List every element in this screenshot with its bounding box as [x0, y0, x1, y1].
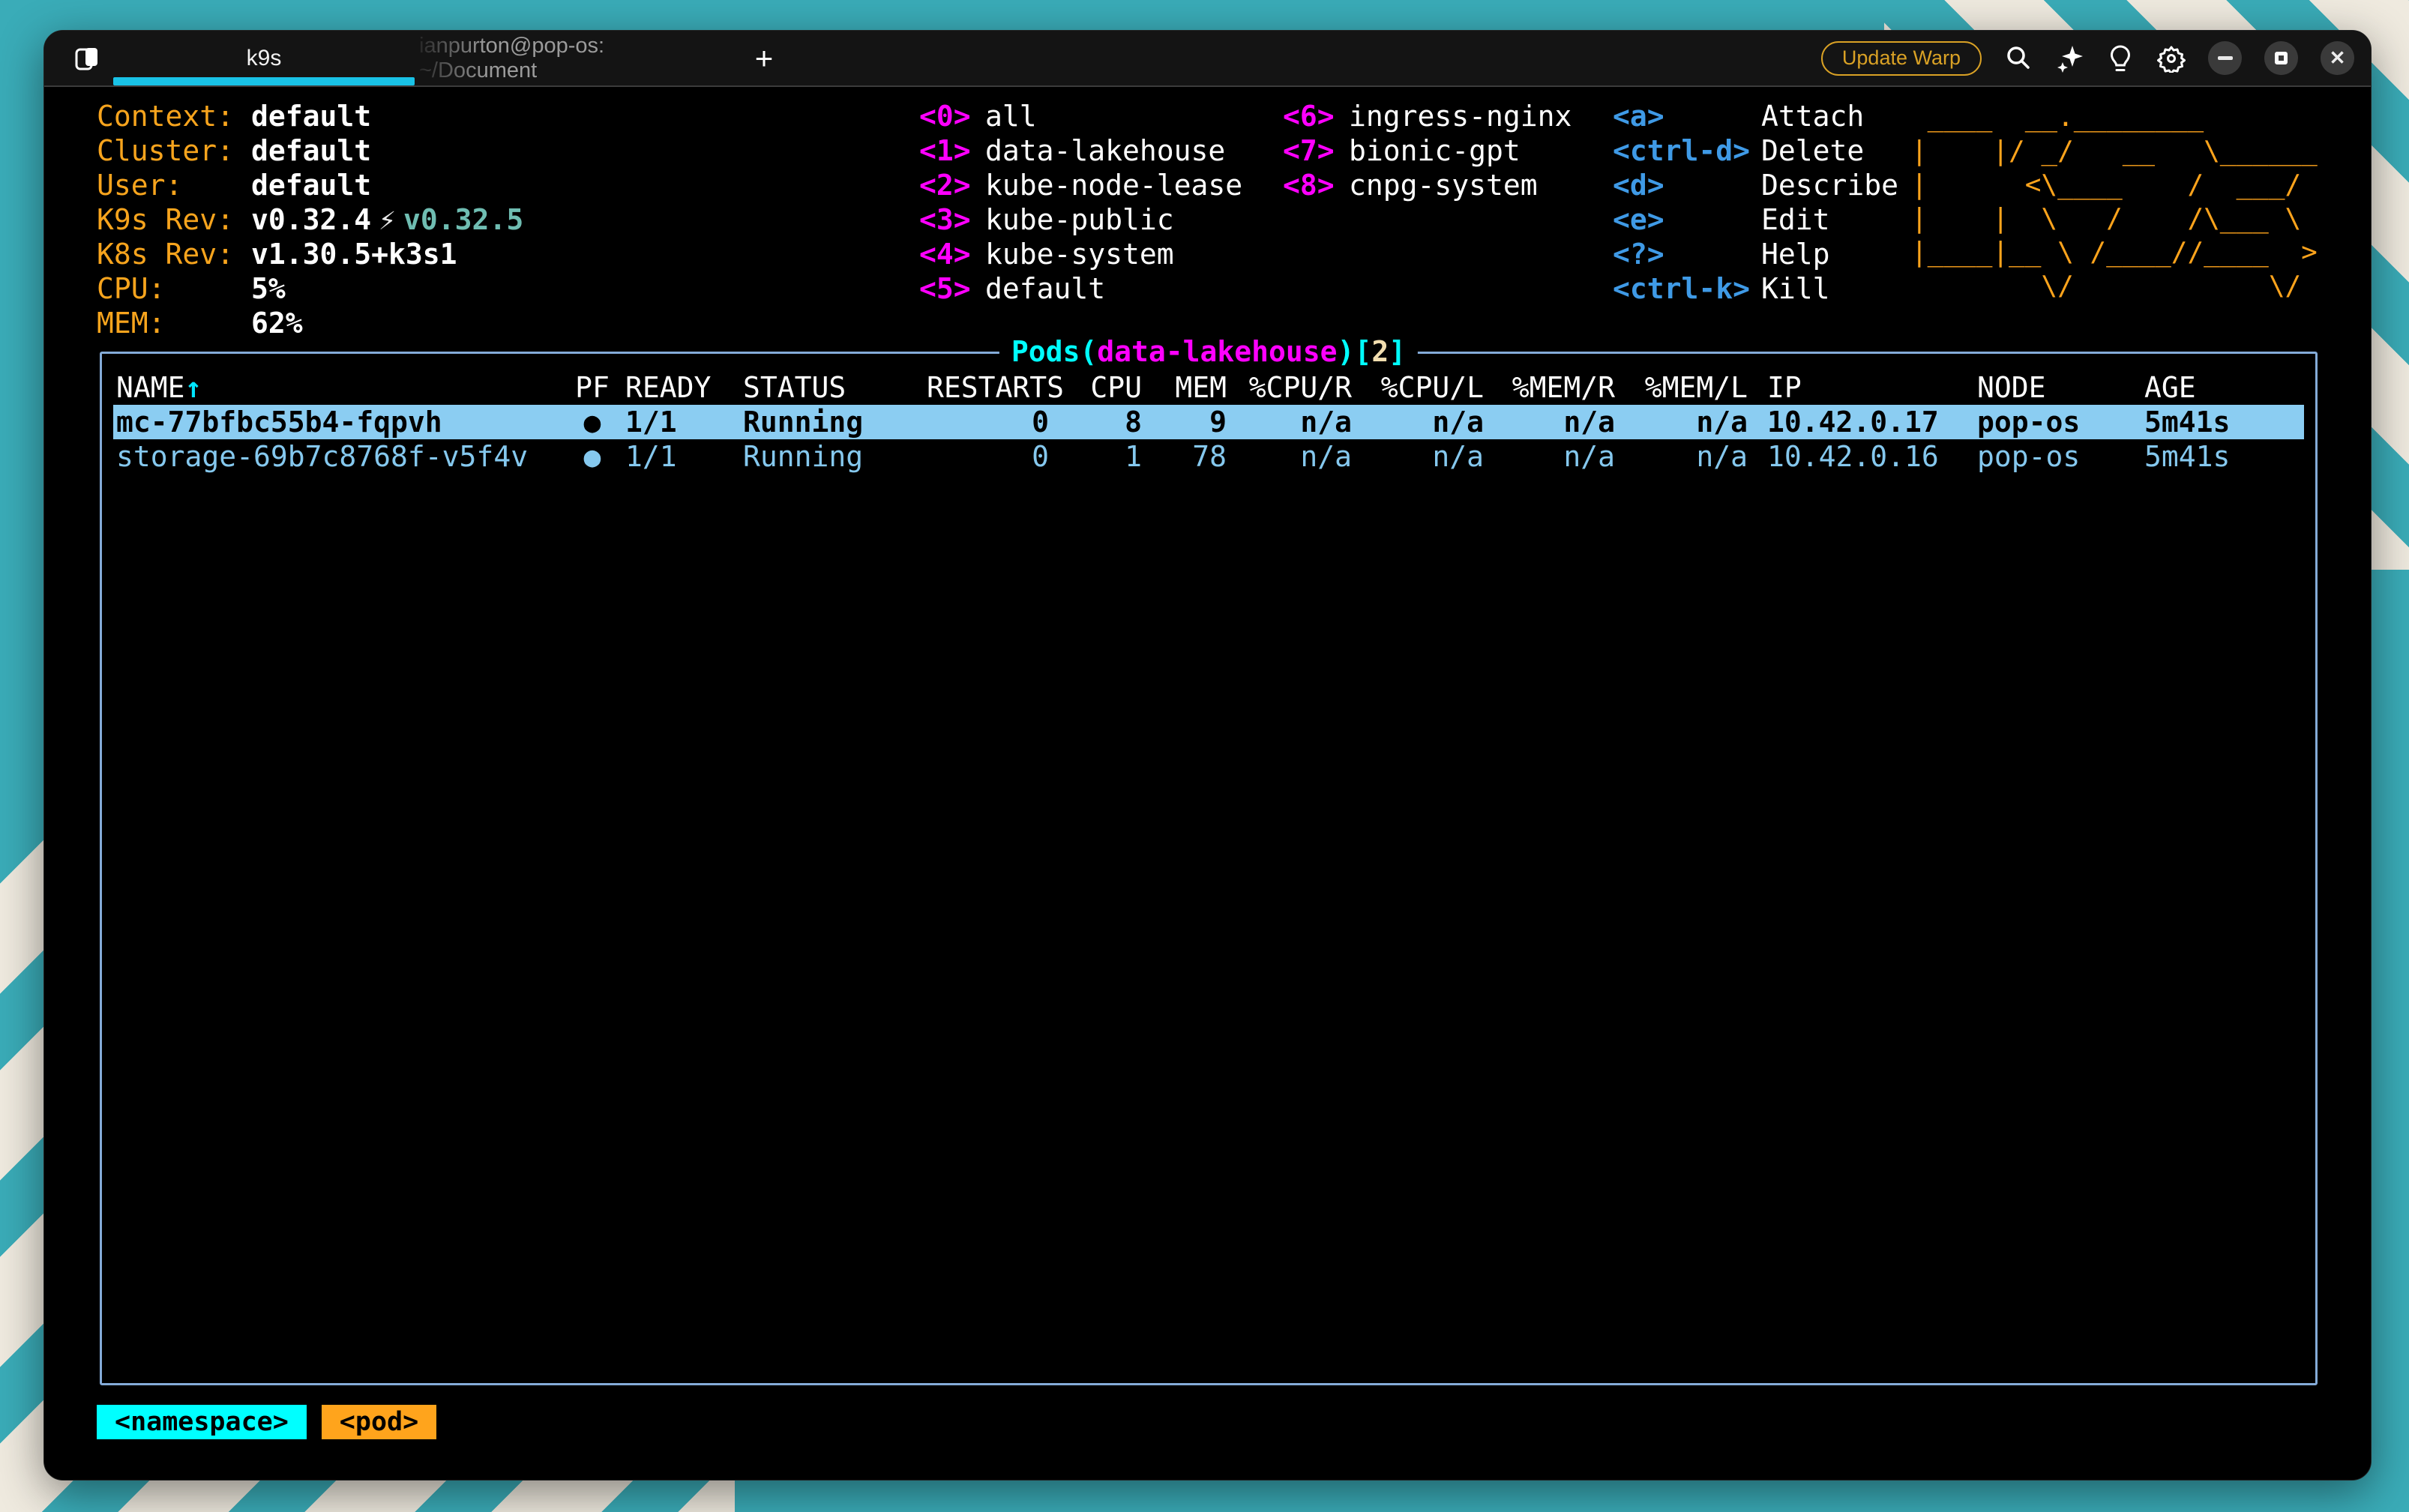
titlebar-controls: Update Warp: [1821, 31, 2354, 85]
active-tab-underline: [113, 77, 415, 85]
breadcrumb-namespace[interactable]: <namespace>: [97, 1405, 307, 1439]
hotkey-help: <?>Help: [1613, 237, 1898, 271]
port-forward-dot-icon: ●: [559, 405, 625, 439]
ns-kube-public: <3>kube-public: [919, 202, 1242, 237]
hotkey-delete: <ctrl-d>Delete: [1613, 133, 1898, 168]
tab-bar: k9s ianpurton@pop-os: ~/Document + Updat…: [44, 31, 2371, 87]
ns-cnpg-system: <8>cnpg-system: [1283, 168, 1572, 202]
info-k8s-rev: K8s Rev:v1.30.5+k3s1: [97, 237, 523, 271]
ns-data-lakehouse: <1>data-lakehouse: [919, 133, 1242, 168]
col-restarts[interactable]: RESTARTS: [927, 370, 1049, 405]
hotkey-kill: <ctrl-k>Kill: [1613, 271, 1898, 306]
new-tab-button[interactable]: +: [742, 31, 787, 85]
tab-k9s-label: k9s: [247, 46, 282, 71]
col-node[interactable]: NODE: [1977, 370, 2144, 405]
col-pf[interactable]: PF: [559, 370, 625, 405]
cluster-info: Context:default Cluster:default User:def…: [97, 99, 523, 340]
col-cpu-l[interactable]: %CPU/L: [1352, 370, 1484, 405]
tab-shell-label: ianpurton@pop-os: ~/Document: [419, 34, 719, 83]
hotkey-edit: <e>Edit: [1613, 202, 1898, 237]
col-mem[interactable]: MEM: [1142, 370, 1227, 405]
ns-kube-node-lease: <2>kube-node-lease: [919, 168, 1242, 202]
close-button[interactable]: ✕: [2321, 41, 2354, 75]
minimize-icon: [2218, 56, 2233, 60]
search-icon[interactable]: [2004, 44, 2033, 73]
info-mem: MEM:62%: [97, 306, 523, 340]
tab-shell[interactable]: ianpurton@pop-os: ~/Document: [419, 31, 719, 85]
namespace-shortcuts-col2: <6>ingress-nginx <7>bionic-gpt <8>cnpg-s…: [1283, 99, 1572, 202]
warp-terminal-window: k9s ianpurton@pop-os: ~/Document + Updat…: [43, 30, 2372, 1481]
k9s-terminal: Context:default Cluster:default User:def…: [44, 88, 2372, 1481]
maximize-icon: [2275, 52, 2288, 64]
table-header: NAME↑ PF READY STATUS RESTARTS CPU MEM %…: [113, 370, 2304, 405]
breadcrumb-pod[interactable]: <pod>: [322, 1405, 436, 1439]
update-warp-button[interactable]: Update Warp: [1821, 41, 1982, 76]
table-row-selected[interactable]: mc-77bfbc55b4-fqpvh ● 1/1 Running 0 8 9 …: [113, 405, 2304, 439]
close-icon: ✕: [2330, 46, 2346, 70]
col-name[interactable]: NAME↑: [113, 370, 559, 405]
breadcrumb: <namespace> <pod>: [97, 1405, 436, 1439]
sidebar-toggle-icon[interactable]: [71, 43, 103, 74]
col-cpu[interactable]: CPU: [1049, 370, 1142, 405]
ns-ingress-nginx: <6>ingress-nginx: [1283, 99, 1572, 133]
info-context: Context:default: [97, 99, 523, 133]
settings-gear-icon[interactable]: [2157, 44, 2186, 73]
pods-panel: Pods(data-lakehouse)[2] NAME↑ PF READY S…: [100, 352, 2318, 1385]
info-user: User:default: [97, 168, 523, 202]
ns-default: <5>default: [919, 271, 1242, 306]
minimize-button[interactable]: [2208, 41, 2242, 75]
col-cpu-r[interactable]: %CPU/R: [1227, 370, 1352, 405]
info-cpu: CPU:5%: [97, 271, 523, 306]
hotkey-attach: <a>Attach: [1613, 99, 1898, 133]
upgrade-bolt-icon: ⚡: [371, 202, 403, 237]
k9s-ascii-logo: ____ __.________ | |/ _/ __ \______ | <\…: [1911, 100, 2318, 303]
info-cluster: Cluster:default: [97, 133, 523, 168]
table-row[interactable]: storage-69b7c8768f-v5f4v ● 1/1 Running 0…: [113, 439, 2304, 474]
maximize-button[interactable]: [2264, 41, 2298, 75]
port-forward-dot-icon: ●: [559, 439, 625, 474]
col-age[interactable]: AGE: [2144, 370, 2304, 405]
col-mem-r[interactable]: %MEM/R: [1484, 370, 1615, 405]
col-ip[interactable]: IP: [1748, 370, 1977, 405]
col-mem-l[interactable]: %MEM/L: [1615, 370, 1748, 405]
ai-sparkles-icon[interactable]: [2055, 44, 2084, 73]
ns-bionic-gpt: <7>bionic-gpt: [1283, 133, 1572, 168]
hotkey-describe: <d>Describe: [1613, 168, 1898, 202]
sort-arrow-icon: ↑: [185, 371, 202, 404]
lightbulb-icon[interactable]: [2106, 44, 2135, 73]
ns-all: <0>all: [919, 99, 1242, 133]
ns-kube-system: <4>kube-system: [919, 237, 1242, 271]
desktop: k9s ianpurton@pop-os: ~/Document + Updat…: [0, 0, 2409, 1512]
hotkey-shortcuts: <a>Attach <ctrl-d>Delete <d>Describe <e>…: [1613, 99, 1898, 306]
namespace-shortcuts-col1: <0>all <1>data-lakehouse <2>kube-node-le…: [919, 99, 1242, 306]
pods-panel-title: Pods(data-lakehouse)[2]: [999, 334, 1418, 369]
info-k9s-rev: K9s Rev:v0.32.4⚡v0.32.5: [97, 202, 523, 237]
col-ready[interactable]: READY: [625, 370, 743, 405]
col-status[interactable]: STATUS: [743, 370, 927, 405]
